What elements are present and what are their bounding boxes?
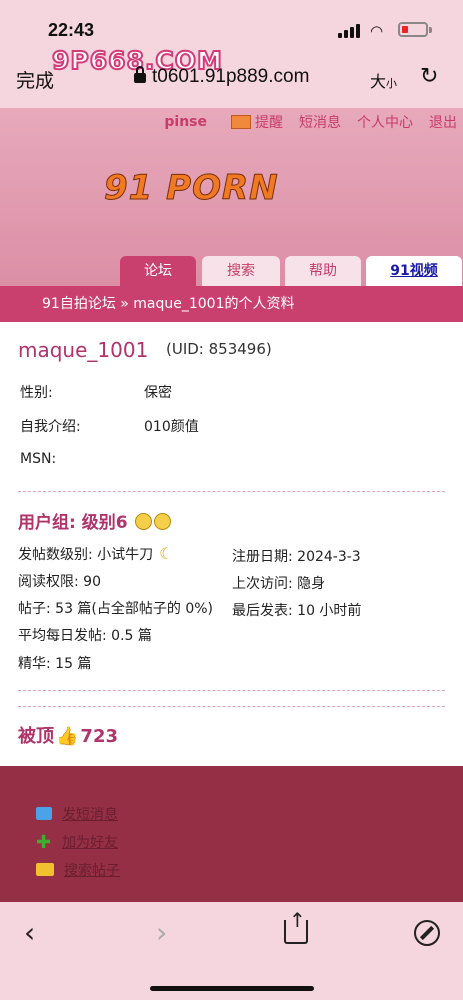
field-label-intro: 自我介绍: [20, 419, 81, 435]
top-nav: pinse 提醒 短消息 个人中心 退出 [164, 112, 457, 132]
divider [18, 491, 445, 492]
divider [18, 706, 445, 707]
field-value-gender: 保密 [144, 385, 172, 401]
folder-icon [36, 863, 54, 876]
wifi-icon: ◠ [370, 22, 384, 40]
share-icon[interactable] [284, 908, 308, 944]
smiley-icon [154, 513, 172, 530]
nav-logout[interactable]: 退出 [429, 112, 457, 132]
stat-post-level: 发帖数级别: 小试牛刀 ☾ [18, 544, 174, 563]
stat-posts: 帖子: 53 篇(占全部帖子的 0%) [18, 601, 214, 617]
send-message-link[interactable]: 发短消息 [36, 804, 118, 824]
tab-help[interactable]: 帮助 [285, 256, 361, 286]
envelope-icon [36, 807, 52, 820]
add-friend-link[interactable]: ✚ 加为好友 [36, 832, 118, 853]
tab-video[interactable]: 91视频 [366, 256, 462, 286]
stat-last-visit: 上次访问: 隐身 [232, 576, 326, 592]
nav-remind[interactable]: 提醒 [231, 112, 283, 132]
forward-chevron-icon[interactable]: › [156, 916, 167, 949]
stat-last-post: 最后发表: 10 小时前 [232, 603, 362, 619]
text-size-button[interactable]: 大小 [370, 68, 397, 92]
user-group: 用户组: 级别6 [18, 508, 172, 533]
envelope-icon [231, 115, 251, 129]
battery-icon [398, 22, 428, 37]
battery-tip [429, 27, 432, 33]
forum-tabs: 论坛 搜索 帮助 91视频 [0, 256, 463, 286]
forum-header: pinse 提醒 短消息 个人中心 退出 91 PORN 论坛 搜索 帮助 91… [0, 108, 463, 286]
lock-icon [134, 66, 146, 83]
url-bar[interactable]: t0601.91p889.com [134, 66, 309, 88]
tab-search[interactable]: 搜索 [202, 256, 280, 286]
nav-username[interactable]: pinse [164, 114, 207, 130]
nav-profile-center[interactable]: 个人中心 [357, 112, 413, 132]
url-text: t0601.91p889.com [152, 66, 310, 87]
stat-read-permission: 阅读权限: 90 [18, 574, 101, 590]
field-value-intro: 010颜值 [144, 419, 199, 435]
tab-forum[interactable]: 论坛 [120, 256, 196, 286]
plus-icon: ✚ [36, 832, 52, 853]
nav-messages[interactable]: 短消息 [299, 112, 341, 132]
compass-icon[interactable] [414, 920, 440, 946]
browser-bottom-bar: ‹ › [0, 902, 463, 1000]
breadcrumb[interactable]: 91自拍论坛 » maque_1001的个人资料 [0, 286, 463, 322]
stat-register-date: 注册日期: 2024-3-3 [232, 549, 361, 565]
home-indicator [150, 986, 314, 991]
profile-username: maque_1001 [18, 338, 149, 362]
profile-uid: (UID: 853496) [166, 340, 272, 358]
back-chevron-icon[interactable]: ‹ [24, 916, 35, 949]
field-label-msn: MSN: [20, 451, 57, 467]
reload-icon[interactable]: ↻ [420, 64, 438, 89]
stat-daily-posts: 平均每日发帖: 0.5 篇 [18, 628, 152, 644]
profile-panel: maque_1001 (UID: 853496) 性别: 保密 自我介绍: 01… [0, 322, 463, 766]
signal-icon [338, 24, 362, 38]
site-logo[interactable]: 91 PORN [104, 168, 279, 209]
thumbs-up-icon: 👍 [56, 726, 79, 747]
status-time: 22:43 [48, 20, 95, 40]
smiley-icon [135, 513, 153, 530]
stat-digest: 精华: 15 篇 [18, 656, 92, 672]
search-posts-link[interactable]: 搜索帖子 [36, 860, 120, 880]
upvote-count: 被顶 👍 723 [18, 726, 118, 747]
done-button[interactable]: 完成 [16, 66, 54, 93]
divider [18, 690, 445, 691]
field-label-gender: 性别: [20, 385, 53, 401]
browser-top-bar: 22:43 ◠ 9P668.COM 完成 t0601.91p889.com 大小… [0, 0, 463, 108]
moon-icon: ☾ [159, 544, 174, 563]
actions-panel: 发短消息 ✚ 加为好友 搜索帖子 [0, 766, 463, 902]
